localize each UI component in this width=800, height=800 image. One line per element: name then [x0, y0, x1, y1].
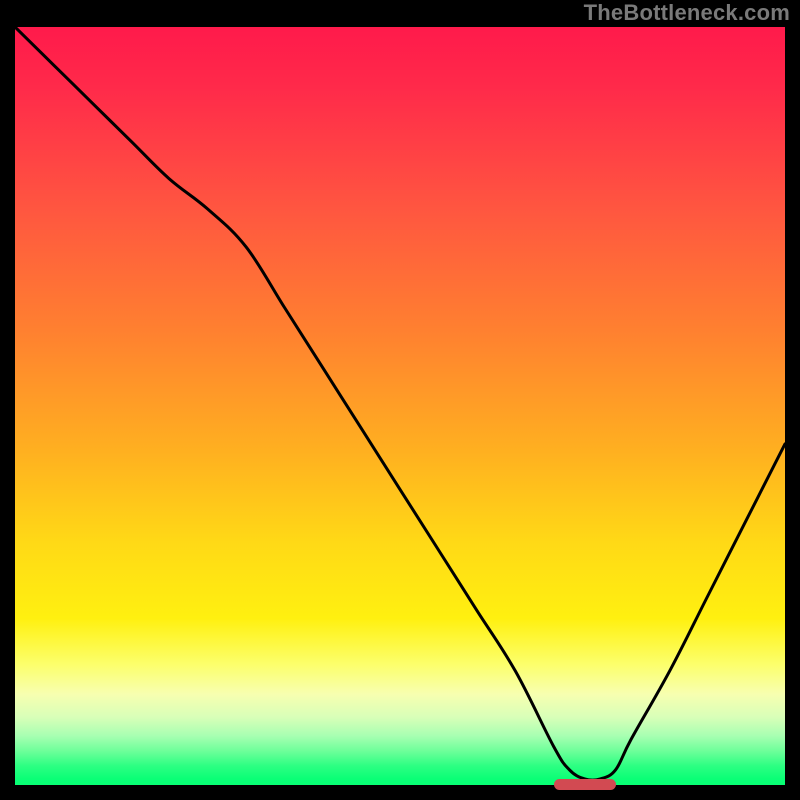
bottleneck-curve: [15, 27, 785, 785]
plot-area: [15, 27, 785, 785]
optimal-range-marker: [554, 779, 616, 790]
watermark-text: TheBottleneck.com: [584, 0, 790, 26]
chart-frame: TheBottleneck.com: [0, 0, 800, 800]
